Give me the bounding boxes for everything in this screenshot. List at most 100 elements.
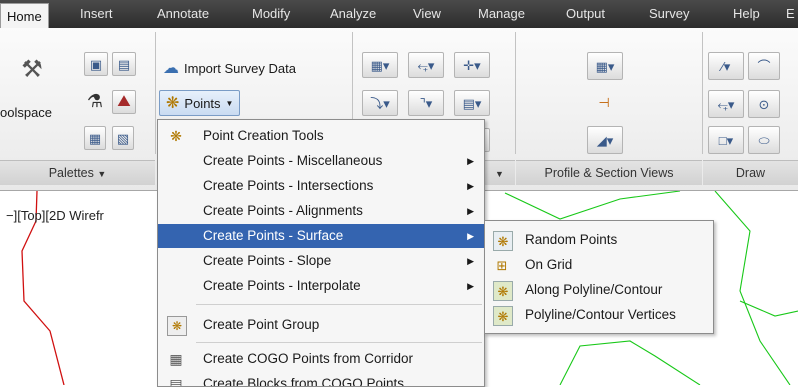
- menu-item-create-blocks-from-cogo-points[interactable]: ▤ Create Blocks from COGO Points: [158, 372, 484, 386]
- submenu-item-polyline-contour-vertices[interactable]: ❋ Polyline/Contour Vertices: [485, 302, 713, 327]
- alignment-icon[interactable]: ⤵▾: [362, 90, 398, 116]
- points-button[interactable]: ❋ Points ▼: [159, 90, 241, 116]
- tab-modify[interactable]: Modify: [252, 0, 290, 28]
- tab-annotate[interactable]: Annotate: [157, 0, 209, 28]
- intersection-icon[interactable]: ✛▾: [454, 52, 490, 78]
- corridor-icon[interactable]: ▤▾: [454, 90, 490, 116]
- submenu-arrow-icon: ▶: [467, 181, 474, 191]
- grid-points-icon: ⊞: [496, 257, 508, 273]
- menu-item-point-creation-tools[interactable]: ❋ Point Creation Tools: [158, 124, 484, 148]
- panel-draw[interactable]: Draw: [703, 160, 798, 185]
- menu-item-label: Create Points - Surface: [203, 228, 344, 243]
- import-survey-data-button[interactable]: ☁ Import Survey Data: [163, 56, 296, 80]
- chevron-down-icon: ▼: [225, 98, 234, 108]
- submenu-arrow-icon: ▶: [467, 256, 474, 266]
- menu-item-label: Create Points - Interpolate: [203, 278, 361, 293]
- import-survey-label: Import Survey Data: [184, 60, 296, 76]
- properties-icon[interactable]: ⚗: [84, 90, 106, 112]
- toolspace-icon[interactable]: ⚒: [12, 50, 52, 90]
- point-creation-icon: ❋: [170, 128, 182, 144]
- panel-palettes[interactable]: Palettes ▼: [0, 160, 155, 185]
- profile-view-icon[interactable]: ▦▾: [587, 52, 623, 80]
- submenu-item-on-grid[interactable]: ⊞ On Grid: [485, 252, 713, 277]
- corridor-points-icon: ▦: [169, 351, 183, 367]
- vertices-points-icon: ❋: [493, 306, 513, 326]
- palette-icon-2[interactable]: ▤: [112, 52, 136, 76]
- import-survey-icon: ☁: [163, 60, 179, 77]
- tab-output[interactable]: Output: [566, 0, 605, 28]
- submenu-item-label: Polyline/Contour Vertices: [525, 307, 676, 322]
- menu-item-create-points-intersections[interactable]: Create Points - Intersections ▶: [158, 174, 484, 198]
- menu-separator: [196, 304, 482, 305]
- tab-home[interactable]: Home: [0, 3, 49, 29]
- menu-item-create-point-group[interactable]: ❋ Create Point Group: [158, 313, 484, 337]
- tab-view[interactable]: View: [413, 0, 441, 28]
- rectangle-icon[interactable]: □▾: [708, 126, 744, 154]
- point-group-icon: ❋: [167, 316, 187, 336]
- menu-item-label: Create COGO Points from Corridor: [203, 351, 414, 366]
- points-dropdown-menu: ❋ Point Creation Tools Create Points - M…: [157, 119, 485, 387]
- submenu-item-label: On Grid: [525, 257, 573, 272]
- points-label: Points: [184, 95, 221, 111]
- tab-survey[interactable]: Survey: [649, 0, 689, 28]
- tab-insert[interactable]: Insert: [80, 0, 113, 28]
- feature-line-icon[interactable]: ⥆▾: [408, 52, 444, 78]
- sample-lines-icon[interactable]: ⊣: [592, 90, 616, 114]
- circle-icon[interactable]: ⊙: [748, 90, 780, 118]
- menu-item-create-points-surface[interactable]: Create Points - Surface ▶: [158, 224, 484, 248]
- menu-item-create-points-slope[interactable]: Create Points - Slope ▶: [158, 249, 484, 273]
- submenu-item-label: Along Polyline/Contour: [525, 282, 663, 297]
- ellipse-icon[interactable]: ⬭: [748, 126, 780, 154]
- menu-item-label: Create Points - Slope: [203, 253, 332, 268]
- menu-separator: [196, 342, 482, 343]
- surface-submenu: ❋ Random Points ⊞ On Grid ❋ Along Polyli…: [484, 220, 714, 334]
- ribbon-tab-bar: Home Insert Annotate Modify Analyze View…: [0, 0, 798, 29]
- panel-divider: [515, 32, 516, 154]
- arc-icon[interactable]: ⌒: [748, 52, 780, 80]
- toolbox-icon[interactable]: ⛰: [112, 90, 136, 114]
- panel-divider: [155, 32, 156, 154]
- submenu-arrow-icon: ▶: [467, 281, 474, 291]
- surface-tool-icon[interactable]: ▦▾: [362, 52, 398, 78]
- polyline-icon[interactable]: ⥆▾: [708, 90, 744, 118]
- submenu-arrow-icon: ▶: [467, 231, 474, 241]
- tab-help[interactable]: Help: [733, 0, 760, 28]
- palette-icon-4[interactable]: ▧: [112, 126, 134, 150]
- blocks-icon: ▤: [169, 376, 183, 386]
- chevron-down-icon: ▼: [495, 169, 504, 179]
- menu-item-create-points-miscellaneous[interactable]: Create Points - Miscellaneous ▶: [158, 149, 484, 173]
- random-points-icon: ❋: [493, 231, 513, 251]
- green-polyline-1: [504, 191, 681, 220]
- submenu-arrow-icon: ▶: [467, 206, 474, 216]
- panel-design-collapsed[interactable]: ▼: [484, 160, 515, 185]
- panel-palettes-label: Palettes: [48, 166, 94, 180]
- menu-item-label: Create Points - Intersections: [203, 178, 374, 193]
- section-view-icon[interactable]: ◢▾: [587, 126, 623, 154]
- tab-analyze[interactable]: Analyze: [330, 0, 376, 28]
- submenu-arrow-icon: ▶: [467, 156, 474, 166]
- panel-profile-section[interactable]: Profile & Section Views: [516, 160, 702, 185]
- menu-item-label: Create Point Group: [203, 317, 320, 332]
- green-polyline-2: [714, 191, 791, 385]
- tab-manage[interactable]: Manage: [478, 0, 525, 28]
- menu-item-label: Create Blocks from COGO Points: [203, 376, 405, 386]
- menu-item-create-points-interpolate[interactable]: Create Points - Interpolate ▶: [158, 274, 484, 298]
- green-polyline-3: [559, 340, 701, 385]
- submenu-item-along-polyline-contour[interactable]: ❋ Along Polyline/Contour: [485, 277, 713, 302]
- polyline-points-icon: ❋: [493, 281, 513, 301]
- menu-item-label: Create Points - Alignments: [203, 203, 363, 218]
- submenu-item-random-points[interactable]: ❋ Random Points: [485, 227, 713, 252]
- menu-item-label: Create Points - Miscellaneous: [203, 153, 383, 168]
- palette-icon-3[interactable]: ▦: [84, 126, 106, 150]
- points-icon: ❋: [166, 95, 180, 112]
- tab-overflow[interactable]: E: [786, 0, 795, 28]
- toolspace-label[interactable]: oolspace: [0, 105, 52, 120]
- line-icon[interactable]: ∕▾: [708, 52, 744, 80]
- menu-item-create-cogo-points-from-corridor[interactable]: ▦ Create COGO Points from Corridor: [158, 347, 484, 371]
- palette-icon-1[interactable]: ▣: [84, 52, 108, 76]
- menu-item-create-points-alignments[interactable]: Create Points - Alignments ▶: [158, 199, 484, 223]
- viewport-label[interactable]: −][Top][2D Wirefr: [6, 208, 104, 223]
- submenu-item-label: Random Points: [525, 232, 618, 247]
- panel-divider: [702, 32, 703, 154]
- profile-icon[interactable]: ⌝▾: [408, 90, 444, 116]
